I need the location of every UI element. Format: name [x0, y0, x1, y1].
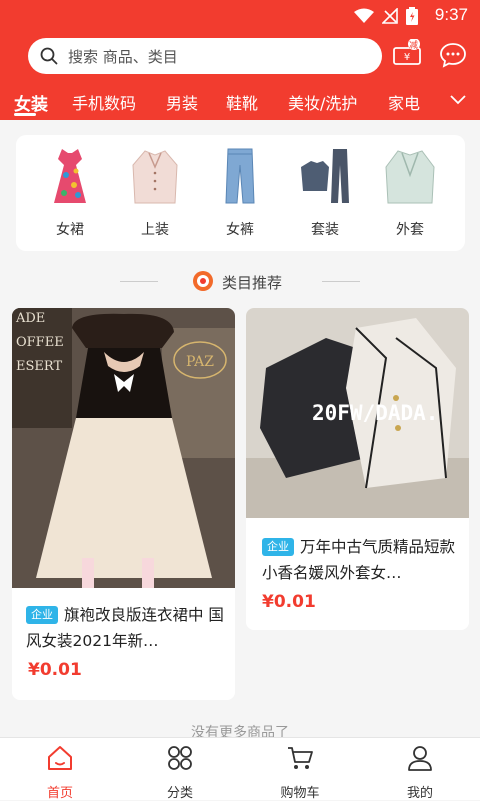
- user-icon: [408, 746, 432, 771]
- tab-shoes[interactable]: 鞋靴: [226, 90, 258, 114]
- jeans-icon: [225, 148, 255, 204]
- svg-text:OFFEE: OFFEE: [16, 335, 64, 350]
- message-icon[interactable]: [440, 42, 466, 68]
- product-image: ADE OFFEE ESERT PAZ: [12, 308, 235, 588]
- enterprise-badge: 企业: [262, 538, 294, 556]
- svg-text:¥: ¥: [404, 52, 410, 63]
- dress-icon: [54, 149, 86, 203]
- category-label: 女裤: [226, 222, 254, 238]
- category-item-pants[interactable]: 女裤: [205, 145, 275, 239]
- no-signal-icon: [382, 8, 398, 24]
- image-logo-text: PAZ: [186, 354, 214, 370]
- status-bar: 9:37: [0, 0, 480, 30]
- nav-label: 分类: [166, 786, 193, 801]
- tab-phones[interactable]: 手机数码: [72, 90, 136, 114]
- search-placeholder: 搜索 商品、类目: [68, 47, 178, 66]
- tab-women[interactable]: 女装: [14, 90, 48, 115]
- product-title: 企业 旗袍改良版连衣裙中 国风女装2021年新…: [26, 602, 226, 654]
- bottom-nav: 首页 分类 购物车 我的: [0, 737, 480, 801]
- coupon-button[interactable]: ¥ 减: [392, 38, 422, 69]
- coat-icon: [385, 150, 435, 204]
- header: 搜索 商品、类目 ¥ 减: [0, 30, 480, 82]
- blouse-icon: [132, 150, 178, 204]
- category-grid: 女裙 上装 女裤 套装 外套: [16, 135, 465, 251]
- tab-men[interactable]: 男装: [166, 90, 198, 114]
- category-label: 套装: [311, 222, 339, 238]
- status-time: 9:37: [434, 5, 468, 24]
- divider: [322, 281, 360, 282]
- suit-set-icon: [301, 149, 349, 203]
- image-overlay-text: 20FW/DADA.: [312, 401, 438, 425]
- tab-appliances[interactable]: 家电: [388, 90, 420, 114]
- coupon-badge: 减: [409, 41, 419, 51]
- section-header: 类目推荐: [0, 270, 480, 294]
- nav-home[interactable]: 首页: [20, 744, 100, 801]
- tab-active-indicator: [14, 113, 36, 116]
- target-icon: [193, 271, 213, 291]
- category-item-tops[interactable]: 上装: [120, 145, 190, 239]
- section-title: 类目推荐: [222, 274, 283, 292]
- category-label: 上装: [141, 222, 169, 238]
- svg-text:ESERT: ESERT: [16, 359, 62, 374]
- enterprise-badge: 企业: [26, 606, 58, 624]
- category-label: 外套: [396, 222, 424, 238]
- battery-icon: [406, 7, 418, 25]
- tab-beauty[interactable]: 美妆/洗护: [288, 90, 357, 114]
- divider: [120, 281, 158, 282]
- category-item-sets[interactable]: 套装: [290, 145, 360, 239]
- svg-text:ADE: ADE: [15, 311, 45, 326]
- category-label: 女裙: [56, 222, 84, 238]
- cart-icon: [288, 747, 313, 769]
- search-icon: [40, 47, 58, 65]
- category-icon: [168, 746, 192, 770]
- nav-cart[interactable]: 购物车: [260, 744, 340, 801]
- nav-label: 我的: [406, 786, 433, 801]
- category-tabs: 女装 手机数码 男装 鞋靴 美妆/洗护 家电: [0, 82, 480, 120]
- product-image: 20FW/DADA.: [246, 308, 469, 518]
- wifi-icon: [354, 8, 374, 23]
- chevron-down-icon[interactable]: [448, 92, 468, 108]
- product-card[interactable]: 20FW/DADA. 企业 万年中古气质精品短款小香名媛风外套女… ¥0.01: [246, 308, 469, 630]
- product-price: ¥0.01: [28, 660, 82, 680]
- nav-label: 首页: [46, 786, 73, 801]
- product-title: 企业 万年中古气质精品短款小香名媛风外套女…: [262, 534, 462, 586]
- search-input[interactable]: 搜索 商品、类目: [28, 38, 382, 74]
- product-card[interactable]: ADE OFFEE ESERT PAZ 企业 旗袍改良版连衣裙中 国风女装2021…: [12, 308, 235, 700]
- category-item-dress[interactable]: 女裙: [35, 145, 105, 239]
- nav-label: 购物车: [280, 786, 320, 801]
- nav-profile[interactable]: 我的: [380, 744, 460, 801]
- nav-category[interactable]: 分类: [140, 744, 220, 801]
- product-price: ¥0.01: [262, 592, 316, 612]
- category-item-coats[interactable]: 外套: [375, 145, 445, 239]
- home-icon: [48, 746, 72, 770]
- status-icons: [354, 7, 418, 25]
